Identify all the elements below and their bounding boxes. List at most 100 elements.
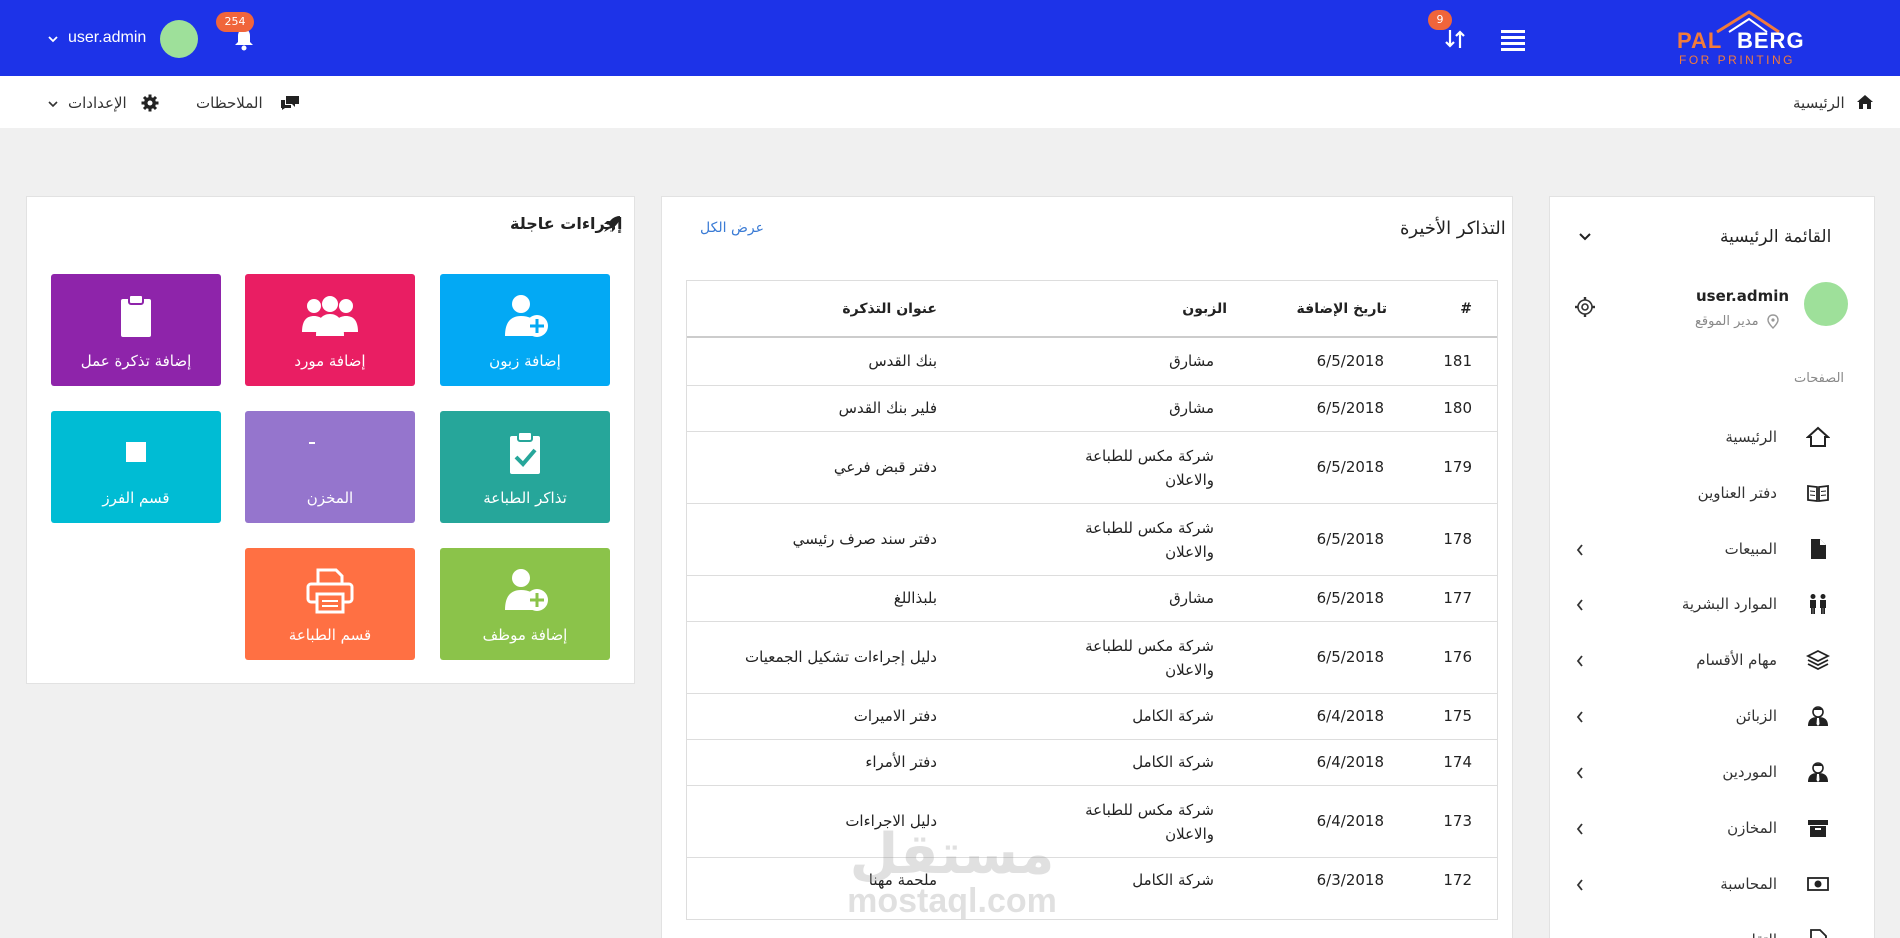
quick-action-label: قسم الفرز xyxy=(102,489,170,507)
cell-customer: شركة مكس للطباعة والاعلان xyxy=(1085,801,1214,843)
quick-action-label: إضافة مورد xyxy=(294,352,366,370)
table-row[interactable]: 172 6/3/2018 شركة الكامل ملحمة مهنا xyxy=(687,857,1497,903)
sidebar-item-label: المخازن xyxy=(1727,819,1777,837)
table-row[interactable]: 177 6/5/2018 مشارق بلبذاللغ xyxy=(687,575,1497,621)
cell-customer: شركة الكامل xyxy=(1132,707,1214,725)
chevron-left-icon[interactable] xyxy=(1576,544,1584,556)
sidebar-item-0[interactable]: الرئيسية xyxy=(1570,420,1860,456)
chevron-left-icon[interactable] xyxy=(1576,711,1584,723)
cell-date: 6/5/2018 xyxy=(1316,352,1384,370)
quick-action-label: إضافة موظف xyxy=(482,626,568,644)
logo[interactable]: PAL BERG FOR PRINTING xyxy=(1675,10,1811,70)
sidebar-item-5[interactable]: الزبائن xyxy=(1570,699,1860,735)
cell-subject: دفتر سند صرف رئيسي xyxy=(792,530,937,548)
add-user-icon xyxy=(495,294,555,340)
chevron-down-icon[interactable] xyxy=(48,99,58,109)
sync-badge: 9 xyxy=(1428,10,1452,30)
quick-action-tile[interactable]: إضافة مورد xyxy=(245,274,415,386)
table-row[interactable]: 175 6/4/2018 شركة الكامل دفتر الاميرات xyxy=(687,693,1497,739)
sidebar-item-label: الزبائن xyxy=(1735,707,1777,725)
tickets-table: # تاريخ الإضافة الزبون عنوان التذكرة 181… xyxy=(686,280,1498,920)
comments-icon[interactable] xyxy=(280,95,300,111)
open-book-icon xyxy=(1806,482,1830,504)
avatar[interactable] xyxy=(160,20,198,58)
cell-customer: مشارق xyxy=(1169,399,1214,417)
logo-text-berg: BERG xyxy=(1737,28,1805,53)
sidebar-item-4[interactable]: مهام الأقسام xyxy=(1570,643,1860,679)
quick-action-tile[interactable]: إضافة زبون xyxy=(440,274,610,386)
sidebar-item-label: الرئيسية xyxy=(1725,428,1777,446)
sidebar-item-2[interactable]: المبيعات xyxy=(1570,532,1860,568)
quick-action-tile[interactable]: قسم الطباعة xyxy=(245,548,415,660)
gear-icon[interactable] xyxy=(141,94,159,112)
sidebar-item-3[interactable]: الموارد البشرية xyxy=(1570,587,1860,623)
view-all-link[interactable]: عرض الكل xyxy=(700,220,764,236)
cell-subject: بلبذاللغ xyxy=(893,589,937,607)
notes-link[interactable]: الملاحظات xyxy=(196,94,263,112)
breadcrumb-home[interactable]: الرئيسية xyxy=(1793,94,1845,112)
home-icon[interactable] xyxy=(1856,94,1874,110)
archive-icon xyxy=(300,431,360,477)
quick-action-label: إضافة تذكرة عمل xyxy=(80,352,192,370)
cell-date: 6/5/2018 xyxy=(1316,458,1384,476)
table-row[interactable]: 180 6/5/2018 مشارق فلير بنك القدس xyxy=(687,385,1497,431)
chevron-down-icon[interactable] xyxy=(48,34,58,44)
sync-icon[interactable] xyxy=(1443,26,1467,52)
chevron-left-icon[interactable] xyxy=(1576,879,1584,891)
cell-date: 6/5/2018 xyxy=(1316,399,1384,417)
quick-action-tile[interactable]: إضافة تذكرة عمل xyxy=(51,274,221,386)
chevron-left-icon[interactable] xyxy=(1576,599,1584,611)
quick-actions-title: إجراءات عاجلة xyxy=(510,214,623,233)
quick-action-tile[interactable]: تذاكر الطباعة xyxy=(440,411,610,523)
pages-section-label: الصفحات xyxy=(1794,371,1845,386)
col-header-num: # xyxy=(1460,301,1472,317)
sidebar-item-6[interactable]: الموردين xyxy=(1570,755,1860,791)
money-icon xyxy=(1806,873,1830,895)
sidebar-item-8[interactable]: المحاسبة xyxy=(1570,867,1860,903)
logo-subtitle: FOR PRINTING xyxy=(1679,53,1795,67)
table-row[interactable]: 181 6/5/2018 مشارق بنك القدس xyxy=(687,338,1497,385)
table-row[interactable]: 174 6/4/2018 شركة الكامل دفتر الأمراء xyxy=(687,739,1497,785)
cell-num: 174 xyxy=(1443,753,1472,771)
sidebar-user-role: مدير الموقع xyxy=(1695,314,1759,329)
menu-icon[interactable] xyxy=(1501,30,1525,51)
user-tie-icon xyxy=(1806,761,1830,783)
cell-num: 179 xyxy=(1443,458,1472,476)
chevron-left-icon[interactable] xyxy=(1576,655,1584,667)
table-row[interactable]: 176 6/5/2018 شركة مكس للطباعة والاعلان دليل… xyxy=(687,621,1497,693)
sidebar-item-7[interactable]: المخازن xyxy=(1570,811,1860,847)
people-icon xyxy=(1806,593,1830,615)
table-row[interactable]: 179 6/5/2018 شركة مكس للطباعة والاعلان دفتر… xyxy=(687,431,1497,503)
sidebar-item-label: المحاسبة xyxy=(1720,875,1777,893)
settings-menu[interactable]: الإعدادات xyxy=(68,94,127,112)
users-group-icon xyxy=(300,294,360,340)
quick-action-tile[interactable]: قسم الفرز xyxy=(51,411,221,523)
sidebar-item-label: دفتر العناوين xyxy=(1697,484,1777,502)
cell-customer: مشارق xyxy=(1169,589,1214,607)
table-row[interactable]: 173 6/4/2018 شركة مكس للطباعة والاعلان دليل… xyxy=(687,785,1497,857)
chevron-left-icon[interactable] xyxy=(1576,823,1584,835)
chevron-left-icon[interactable] xyxy=(1576,767,1584,779)
layers-icon xyxy=(1805,649,1831,671)
user-menu-name[interactable]: user.admin xyxy=(68,29,146,47)
col-header-date: تاريخ الإضافة xyxy=(1296,301,1387,317)
map-pin-icon xyxy=(1767,314,1779,329)
col-header-customer: الزبون xyxy=(1182,301,1227,317)
sidebar-user-name: user.admin xyxy=(1696,287,1790,305)
sidebar-item-1[interactable]: دفتر العناوين xyxy=(1570,476,1860,512)
table-header-row: # تاريخ الإضافة الزبون عنوان التذكرة xyxy=(687,281,1497,338)
cell-date: 6/4/2018 xyxy=(1316,812,1384,830)
quick-action-tile[interactable]: المخزن xyxy=(245,411,415,523)
table-row[interactable]: 178 6/5/2018 شركة مكس للطباعة والاعلان دفتر… xyxy=(687,503,1497,575)
quick-action-tile[interactable]: إضافة موظف xyxy=(440,548,610,660)
recent-tickets-title: التذاكر الأخيرة xyxy=(1400,218,1506,239)
cell-num: 180 xyxy=(1443,399,1472,417)
chevron-down-icon[interactable] xyxy=(1578,232,1592,242)
sidebar-item-9[interactable]: التقا xyxy=(1570,923,1860,938)
cell-subject: دفتر الأمراء xyxy=(865,753,937,771)
quick-action-label: تذاكر الطباعة xyxy=(483,489,567,507)
gear-icon[interactable] xyxy=(1574,296,1596,318)
home-outline-icon xyxy=(1805,426,1831,448)
square-icon xyxy=(106,431,166,477)
cell-num: 177 xyxy=(1443,589,1472,607)
